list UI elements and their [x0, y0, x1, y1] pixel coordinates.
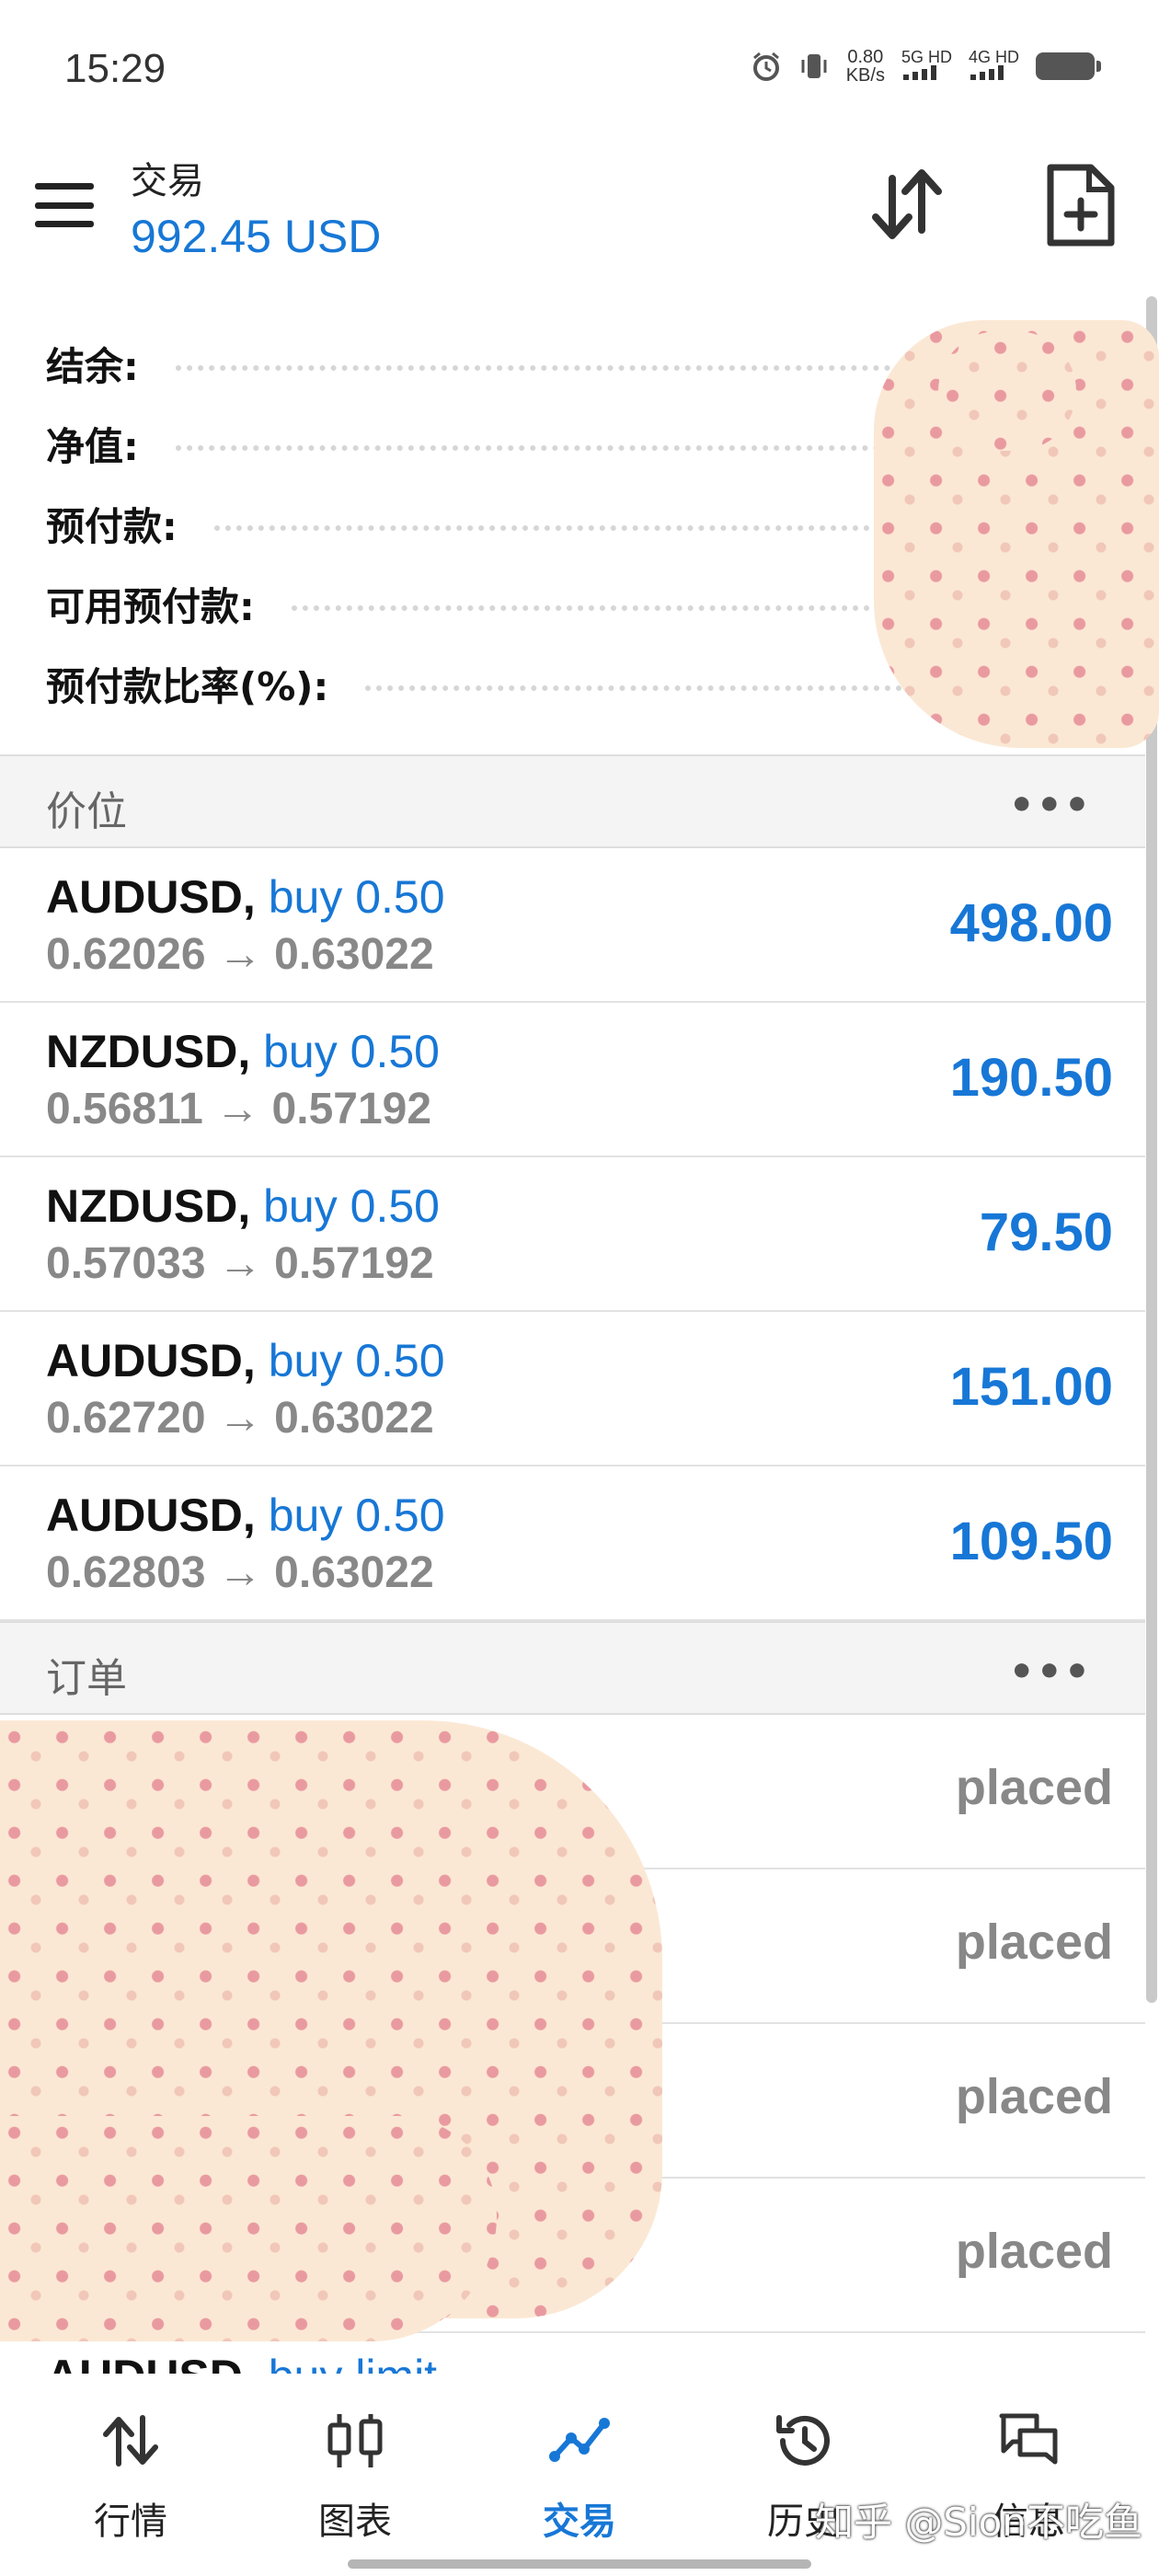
- summary-label: 预付款:: [46, 503, 178, 549]
- more-options-icon[interactable]: •••: [1009, 1649, 1092, 1696]
- status-time: 15:29: [64, 46, 166, 91]
- position-type: buy 0.50: [263, 1026, 440, 1077]
- signal-sim1: 5G HD: [901, 49, 952, 84]
- app-header: 交易 992.45 USD: [0, 138, 1159, 294]
- nav-label: 图表: [318, 2501, 392, 2543]
- more-options-icon[interactable]: •••: [1009, 782, 1092, 829]
- account-balance: 992.45 USD: [131, 211, 382, 262]
- order-status: placed: [955, 2069, 1113, 2124]
- position-type: buy 0.50: [268, 871, 445, 923]
- nav-label: 行情: [94, 2501, 167, 2543]
- position-row[interactable]: NZDUSD, buy 0.50 0.57033 → 0.57192 79.50: [0, 1157, 1145, 1312]
- position-prices: 0.62803 → 0.63022: [46, 1548, 434, 1597]
- position-profit: 109.50: [949, 1512, 1113, 1571]
- order-symbol: AUDUSD,: [46, 2351, 256, 2374]
- position-symbol: NZDUSD,: [46, 1026, 251, 1077]
- new-order-icon[interactable]: [1038, 162, 1122, 250]
- position-type: buy 0.50: [268, 1335, 445, 1386]
- nav-item-trade[interactable]: 交易: [506, 2392, 653, 2548]
- order-status: placed: [955, 2224, 1113, 2279]
- order-status: placed: [955, 1760, 1113, 1815]
- status-icons: 0.80 KB/s 5G HD 4G HD: [751, 47, 1101, 86]
- home-indicator[interactable]: [348, 2559, 811, 2569]
- candlestick-chart-icon: [327, 2414, 383, 2467]
- position-prices: 0.57033 → 0.57192: [46, 1239, 434, 1288]
- position-profit: 151.00: [949, 1357, 1113, 1417]
- sort-arrows-icon[interactable]: [865, 162, 949, 247]
- nav-label: 交易: [543, 2501, 616, 2543]
- watermark-text: 知乎 @Sion不吃鱼: [815, 2500, 1142, 2545]
- position-row[interactable]: NZDUSD, buy 0.50 0.56811 → 0.57192 190.5…: [0, 1003, 1145, 1157]
- position-type: buy 0.50: [268, 1489, 445, 1541]
- alarm-icon: [752, 52, 779, 81]
- summary-label: 结余:: [46, 343, 139, 389]
- position-type: buy 0.50: [263, 1180, 440, 1232]
- vibrate-icon: [801, 54, 827, 78]
- nav-item-charts[interactable]: 图表: [281, 2392, 429, 2548]
- position-symbol: AUDUSD,: [46, 1489, 256, 1541]
- position-row[interactable]: AUDUSD, buy 0.50 0.62803 → 0.63022 109.5…: [0, 1466, 1145, 1621]
- nav-item-quotes[interactable]: 行情: [57, 2392, 204, 2548]
- page-title: 交易: [131, 160, 204, 202]
- position-profit: 190.50: [949, 1048, 1113, 1108]
- section-title: 订单: [46, 1655, 127, 1702]
- summary-label: 可用预付款:: [46, 583, 255, 629]
- history-clock-icon: [776, 2415, 830, 2466]
- signal-bars-icon: [970, 65, 1004, 80]
- position-row[interactable]: AUDUSD, buy 0.50 0.62026 → 0.63022 498.0…: [0, 848, 1145, 1003]
- net-speed: 0.80 KB/s: [845, 47, 885, 86]
- status-bar: 15:29 0.80 KB/s 5G HD 4G HD: [0, 0, 1159, 138]
- summary-label: 净值:: [46, 423, 139, 469]
- summary-label: 预付款比率(%):: [46, 663, 329, 709]
- privacy-sticker: [0, 2116, 497, 2341]
- position-prices: 0.56811 → 0.57192: [46, 1085, 432, 1133]
- positions-section-header: 价位 •••: [0, 754, 1145, 848]
- orders-section-header: 订单 •••: [0, 1621, 1145, 1715]
- signal-sim2: 4G HD: [969, 49, 1019, 84]
- privacy-sticker: [938, 331, 1076, 451]
- order-status: placed: [955, 1915, 1113, 1970]
- quotes-arrows-icon: [103, 2415, 158, 2467]
- position-row[interactable]: AUDUSD, buy 0.50 0.62720 → 0.63022 151.0…: [0, 1312, 1145, 1466]
- order-type: buy limit: [269, 2351, 437, 2374]
- signal-bars-icon: [902, 65, 936, 80]
- position-prices: 0.62720 → 0.63022: [46, 1394, 434, 1443]
- hamburger-menu-icon[interactable]: [35, 179, 94, 231]
- position-prices: 0.62026 → 0.63022: [46, 930, 434, 979]
- chat-bubbles-icon: [999, 2413, 1058, 2465]
- trade-line-icon: [549, 2418, 610, 2462]
- position-profit: 498.00: [949, 893, 1113, 953]
- section-title: 价位: [46, 788, 127, 835]
- position-symbol: NZDUSD,: [46, 1180, 251, 1232]
- position-profit: 79.50: [979, 1202, 1113, 1262]
- battery-icon: [1036, 52, 1101, 80]
- position-symbol: AUDUSD,: [46, 871, 256, 923]
- position-symbol: AUDUSD,: [46, 1335, 256, 1386]
